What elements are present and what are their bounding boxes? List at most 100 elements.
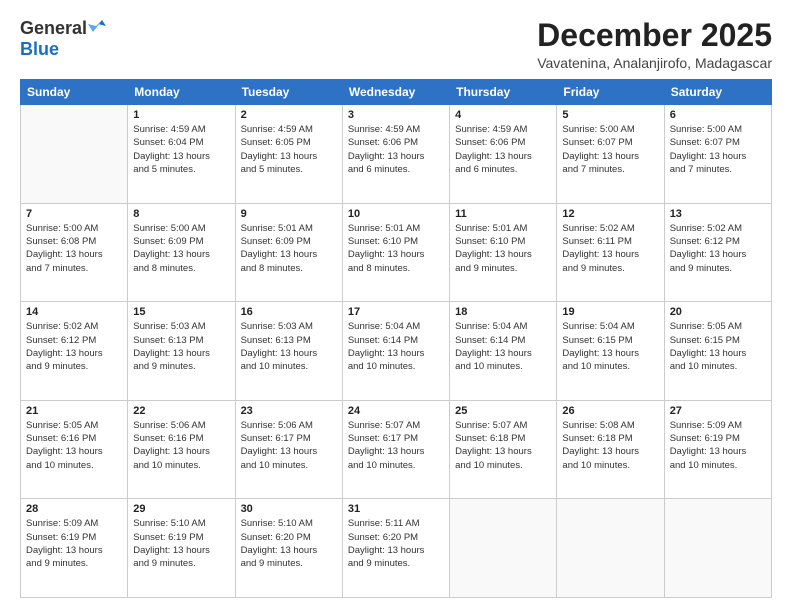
calendar-row-1: 7 Sunrise: 5:00 AMSunset: 6:08 PMDaylight…	[21, 203, 772, 302]
day-number: 31	[348, 503, 444, 515]
day-number: 5	[562, 109, 658, 121]
calendar-table: Sunday Monday Tuesday Wednesday Thursday…	[20, 79, 772, 598]
calendar-cell: 3Sunrise: 4:59 AMSunset: 6:06 PMDaylight…	[342, 105, 449, 204]
calendar-cell	[557, 499, 664, 598]
calendar-cell: 26 Sunrise: 5:08 AMSunset: 6:18 PMDayligh…	[557, 400, 664, 499]
col-tuesday: Tuesday	[235, 80, 342, 105]
calendar-cell	[450, 499, 557, 598]
logo: General Blue	[20, 18, 106, 60]
calendar-cell: 23Sunrise: 5:06 AMSunset: 6:17 PMDayligh…	[235, 400, 342, 499]
day-number: 23	[241, 405, 337, 417]
calendar-row-4: 28Sunrise: 5:09 AMSunset: 6:19 PMDayligh…	[21, 499, 772, 598]
calendar-cell: 19Sunrise: 5:04 AMSunset: 6:15 PMDayligh…	[557, 302, 664, 401]
calendar-cell: 29Sunrise: 5:10 AMSunset: 6:19 PMDayligh…	[128, 499, 235, 598]
day-number: 13	[670, 208, 766, 220]
day-info: Sunrise: 5:01 AMSunset: 6:10 PMDaylight:…	[348, 222, 444, 275]
day-number: 10	[348, 208, 444, 220]
day-number: 2	[241, 109, 337, 121]
calendar-cell: 2Sunrise: 4:59 AMSunset: 6:05 PMDaylight…	[235, 105, 342, 204]
day-info: Sunrise: 5:02 AMSunset: 6:12 PMDaylight:…	[670, 222, 766, 275]
day-number: 25	[455, 405, 551, 417]
day-info: Sunrise: 5:00 AMSunset: 6:08 PMDaylight:…	[26, 222, 122, 275]
calendar-cell: 9Sunrise: 5:01 AMSunset: 6:09 PMDaylight…	[235, 203, 342, 302]
calendar-cell: 14Sunrise: 5:02 AMSunset: 6:12 PMDayligh…	[21, 302, 128, 401]
day-info: Sunrise: 5:00 AMSunset: 6:07 PMDaylight:…	[562, 123, 658, 176]
day-number: 30	[241, 503, 337, 515]
calendar-cell: 11 Sunrise: 5:01 AMSunset: 6:10 PMDayligh…	[450, 203, 557, 302]
calendar-row-2: 14Sunrise: 5:02 AMSunset: 6:12 PMDayligh…	[21, 302, 772, 401]
calendar-cell: 10 Sunrise: 5:01 AMSunset: 6:10 PMDayligh…	[342, 203, 449, 302]
location: Vavatenina, Analanjirofo, Madagascar	[537, 55, 772, 71]
calendar-cell: 24 Sunrise: 5:07 AMSunset: 6:17 PMDayligh…	[342, 400, 449, 499]
day-number: 6	[670, 109, 766, 121]
calendar-row-0: 1Sunrise: 4:59 AMSunset: 6:04 PMDaylight…	[21, 105, 772, 204]
day-number: 9	[241, 208, 337, 220]
day-info: Sunrise: 5:01 AMSunset: 6:10 PMDaylight:…	[455, 222, 551, 275]
day-info: Sunrise: 5:11 AMSunset: 6:20 PMDaylight:…	[348, 517, 444, 570]
day-number: 15	[133, 306, 229, 318]
day-info: Sunrise: 5:04 AMSunset: 6:14 PMDaylight:…	[455, 320, 551, 373]
day-number: 26	[562, 405, 658, 417]
col-saturday: Saturday	[664, 80, 771, 105]
header: General Blue December 2025 Vavatenina, A…	[20, 18, 772, 71]
page: General Blue December 2025 Vavatenina, A…	[0, 0, 792, 612]
calendar-cell: 22 Sunrise: 5:06 AMSunset: 6:16 PMDayligh…	[128, 400, 235, 499]
day-info: Sunrise: 5:05 AMSunset: 6:16 PMDaylight:…	[26, 419, 122, 472]
calendar-cell: 8Sunrise: 5:00 AMSunset: 6:09 PMDaylight…	[128, 203, 235, 302]
calendar-cell: 30 Sunrise: 5:10 AMSunset: 6:20 PMDayligh…	[235, 499, 342, 598]
day-info: Sunrise: 5:05 AMSunset: 6:15 PMDaylight:…	[670, 320, 766, 373]
day-info: Sunrise: 5:03 AMSunset: 6:13 PMDaylight:…	[133, 320, 229, 373]
calendar-cell	[21, 105, 128, 204]
calendar-cell	[664, 499, 771, 598]
day-number: 16	[241, 306, 337, 318]
calendar-cell: 12 Sunrise: 5:02 AMSunset: 6:11 PMDayligh…	[557, 203, 664, 302]
day-number: 20	[670, 306, 766, 318]
col-friday: Friday	[557, 80, 664, 105]
month-title: December 2025	[537, 18, 772, 53]
calendar-cell: 4 Sunrise: 4:59 AMSunset: 6:06 PMDaylight…	[450, 105, 557, 204]
day-info: Sunrise: 5:10 AMSunset: 6:19 PMDaylight:…	[133, 517, 229, 570]
day-info: Sunrise: 5:09 AMSunset: 6:19 PMDaylight:…	[670, 419, 766, 472]
day-number: 18	[455, 306, 551, 318]
day-info: Sunrise: 4:59 AMSunset: 6:06 PMDaylight:…	[455, 123, 551, 176]
day-info: Sunrise: 5:00 AMSunset: 6:09 PMDaylight:…	[133, 222, 229, 275]
logo-bird-icon	[88, 18, 106, 34]
day-number: 3	[348, 109, 444, 121]
day-info: Sunrise: 5:03 AMSunset: 6:13 PMDaylight:…	[241, 320, 337, 373]
day-info: Sunrise: 5:10 AMSunset: 6:20 PMDaylight:…	[241, 517, 337, 570]
title-block: December 2025 Vavatenina, Analanjirofo, …	[537, 18, 772, 71]
day-number: 7	[26, 208, 122, 220]
day-info: Sunrise: 5:04 AMSunset: 6:15 PMDaylight:…	[562, 320, 658, 373]
day-info: Sunrise: 5:09 AMSunset: 6:19 PMDaylight:…	[26, 517, 122, 570]
day-number: 21	[26, 405, 122, 417]
day-number: 22	[133, 405, 229, 417]
calendar-cell: 20 Sunrise: 5:05 AMSunset: 6:15 PMDayligh…	[664, 302, 771, 401]
calendar-cell: 6 Sunrise: 5:00 AMSunset: 6:07 PMDaylight…	[664, 105, 771, 204]
calendar-cell: 27 Sunrise: 5:09 AMSunset: 6:19 PMDayligh…	[664, 400, 771, 499]
day-number: 11	[455, 208, 551, 220]
day-number: 12	[562, 208, 658, 220]
day-info: Sunrise: 5:06 AMSunset: 6:16 PMDaylight:…	[133, 419, 229, 472]
logo-blue: Blue	[20, 39, 59, 59]
calendar-cell: 21 Sunrise: 5:05 AMSunset: 6:16 PMDayligh…	[21, 400, 128, 499]
calendar-cell: 13 Sunrise: 5:02 AMSunset: 6:12 PMDayligh…	[664, 203, 771, 302]
day-number: 4	[455, 109, 551, 121]
day-info: Sunrise: 5:00 AMSunset: 6:07 PMDaylight:…	[670, 123, 766, 176]
col-thursday: Thursday	[450, 80, 557, 105]
calendar-header-row: Sunday Monday Tuesday Wednesday Thursday…	[21, 80, 772, 105]
day-info: Sunrise: 5:07 AMSunset: 6:17 PMDaylight:…	[348, 419, 444, 472]
day-number: 24	[348, 405, 444, 417]
col-wednesday: Wednesday	[342, 80, 449, 105]
calendar-cell: 1Sunrise: 4:59 AMSunset: 6:04 PMDaylight…	[128, 105, 235, 204]
col-sunday: Sunday	[21, 80, 128, 105]
day-number: 17	[348, 306, 444, 318]
day-number: 27	[670, 405, 766, 417]
calendar-cell: 5 Sunrise: 5:00 AMSunset: 6:07 PMDaylight…	[557, 105, 664, 204]
calendar-cell: 15 Sunrise: 5:03 AMSunset: 6:13 PMDayligh…	[128, 302, 235, 401]
day-info: Sunrise: 5:08 AMSunset: 6:18 PMDaylight:…	[562, 419, 658, 472]
calendar-cell: 18 Sunrise: 5:04 AMSunset: 6:14 PMDayligh…	[450, 302, 557, 401]
day-info: Sunrise: 5:02 AMSunset: 6:11 PMDaylight:…	[562, 222, 658, 275]
day-info: Sunrise: 5:07 AMSunset: 6:18 PMDaylight:…	[455, 419, 551, 472]
day-number: 1	[133, 109, 229, 121]
day-info: Sunrise: 5:04 AMSunset: 6:14 PMDaylight:…	[348, 320, 444, 373]
